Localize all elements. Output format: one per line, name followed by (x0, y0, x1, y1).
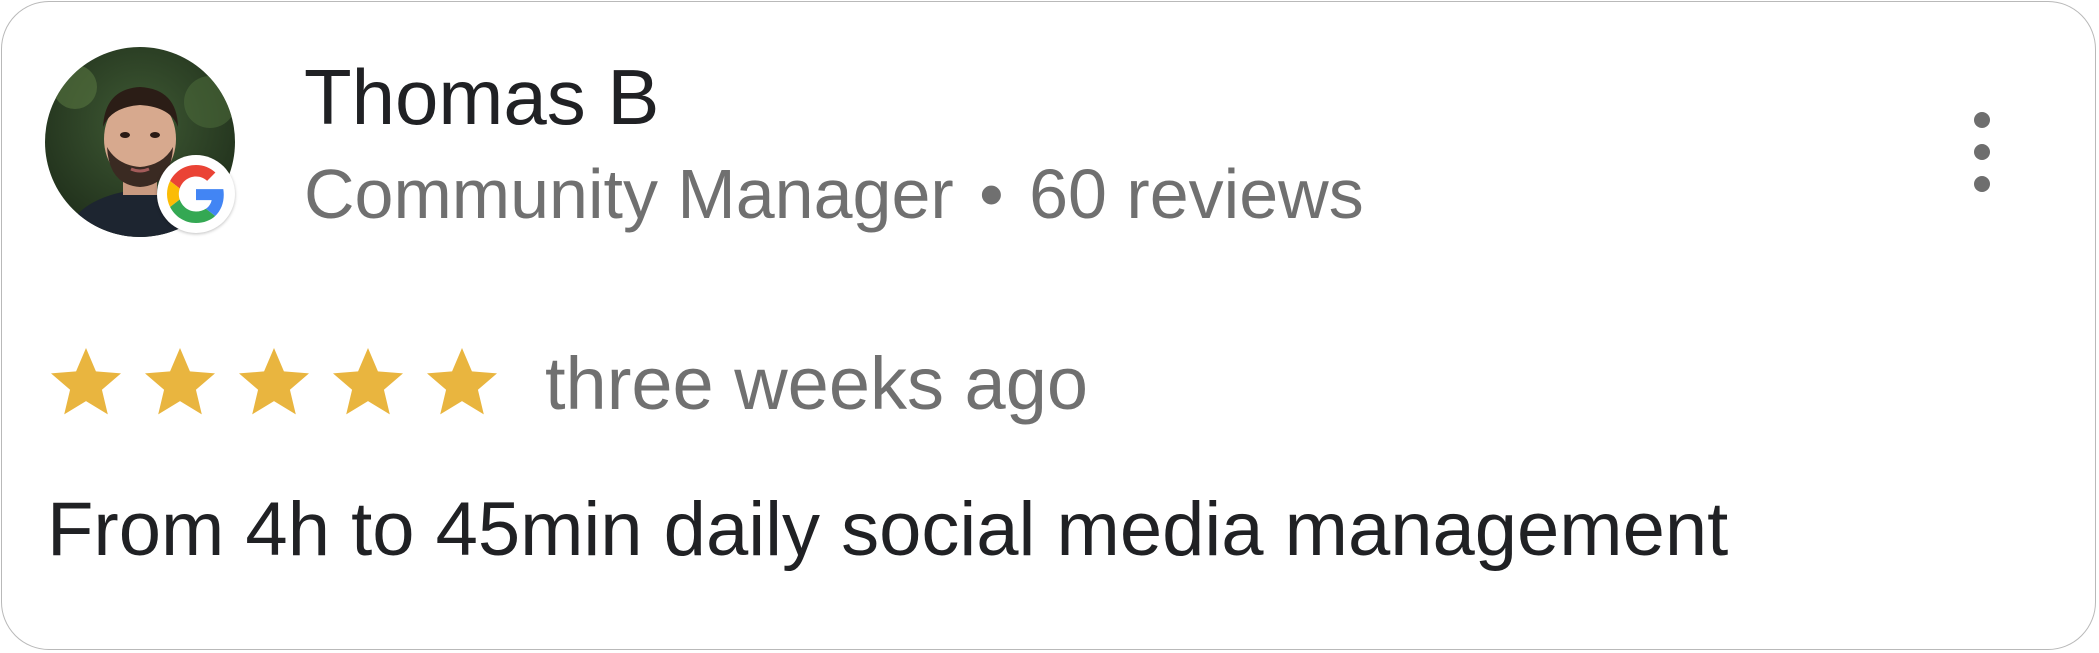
more-vertical-icon-dot-1 (1974, 112, 1990, 128)
more-vertical-icon-dot-3 (1974, 176, 1990, 192)
more-options-button[interactable] (1952, 112, 2012, 192)
review-time: three weeks ago (545, 342, 1089, 425)
review-text: From 4h to 45min daily social media mana… (47, 487, 1729, 572)
review-count: 60 reviews (1029, 155, 1364, 233)
more-vertical-icon-dot-2 (1974, 144, 1990, 160)
star-icon (145, 348, 215, 415)
google-g-icon (157, 155, 235, 233)
reviewer-meta: Community Manager • 60 reviews (304, 152, 1364, 236)
reviewer-name[interactable]: Thomas B (304, 52, 659, 142)
star-icon (239, 348, 309, 415)
star-icon (333, 348, 403, 415)
reviewer-avatar-container[interactable] (45, 47, 235, 237)
star-icon (427, 348, 497, 415)
reviewer-role: Community Manager (304, 155, 954, 233)
review-card: Thomas B Community Manager • 60 reviews … (1, 1, 2096, 650)
google-logo-icon (167, 165, 224, 223)
star-rating (46, 342, 502, 426)
star-icon (51, 348, 121, 415)
meta-separator: • (979, 155, 1004, 233)
